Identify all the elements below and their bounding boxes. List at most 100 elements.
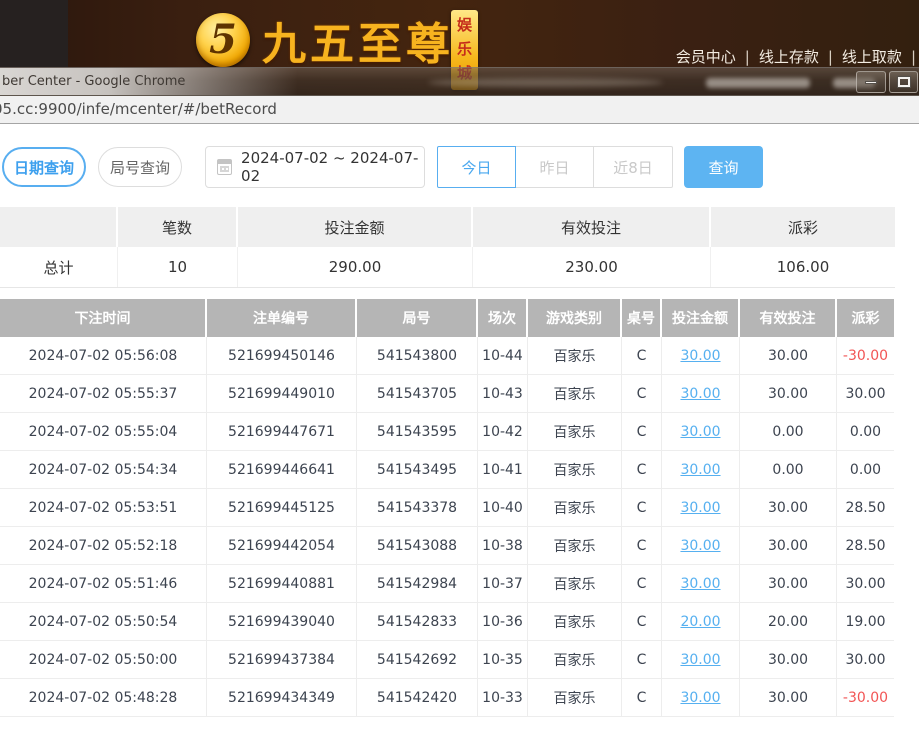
- header-session: 场次: [478, 299, 528, 337]
- summary-header-payout: 派彩: [711, 207, 895, 247]
- cell-payout: 19.00: [837, 603, 894, 640]
- url-text: 05.cc:9900/infe/mcenter/#/betRecord: [0, 96, 277, 122]
- cell-bet-amount: 30.00: [662, 527, 740, 564]
- header-payout: 派彩: [837, 299, 894, 337]
- cell-valid-bet: 30.00: [740, 527, 837, 564]
- date-range-input[interactable]: 2024-07-02 ~ 2024-07-02: [205, 146, 425, 188]
- cell-round-id: 541542692: [357, 641, 478, 678]
- cell-payout: 0.00: [837, 451, 894, 488]
- summary-count: 10: [118, 247, 238, 287]
- logo-icon: 5: [196, 13, 250, 67]
- cell-valid-bet: 0.00: [740, 451, 837, 488]
- cell-payout: 0.00: [837, 413, 894, 450]
- cell-table-code: C: [622, 337, 662, 374]
- blurred-account-info: [706, 78, 810, 88]
- search-button[interactable]: 查询: [684, 146, 763, 188]
- cell-session: 10-36: [478, 603, 528, 640]
- tab-round-query[interactable]: 局号查询: [98, 147, 182, 187]
- header-bet-amount: 投注金额: [662, 299, 740, 337]
- black-corner: [0, 0, 68, 67]
- site-logo: 5 九五至尊: [196, 8, 454, 72]
- cell-bet-time: 2024-07-02 05:50:54: [0, 603, 207, 640]
- quick-filter-last8days[interactable]: 近8日: [594, 146, 673, 188]
- cell-payout: -30.00: [837, 679, 894, 716]
- bet-amount-link[interactable]: 30.00: [680, 576, 720, 592]
- header-round-id: 局号: [357, 299, 478, 337]
- cell-bet-time: 2024-07-02 05:48:28: [0, 679, 207, 716]
- cell-bet-amount: 30.00: [662, 565, 740, 602]
- cell-bet-amount: 30.00: [662, 489, 740, 526]
- cell-payout: 28.50: [837, 527, 894, 564]
- decorative-swirl: [428, 78, 663, 87]
- date-range-value: 2024-07-02 ~ 2024-07-02: [241, 149, 424, 185]
- minimize-button[interactable]: [856, 71, 886, 93]
- header-game-type: 游戏类别: [528, 299, 622, 337]
- maximize-button[interactable]: [889, 71, 918, 93]
- cell-valid-bet: 30.00: [740, 489, 837, 526]
- cell-round-id: 541543800: [357, 337, 478, 374]
- cell-valid-bet: 0.00: [740, 413, 837, 450]
- cell-bet-time: 2024-07-02 05:54:34: [0, 451, 207, 488]
- table-row: 2024-07-02 05:55:04 521699447671 5415435…: [0, 413, 894, 451]
- cell-round-id: 541543378: [357, 489, 478, 526]
- cell-game-type: 百家乐: [528, 527, 622, 564]
- bet-amount-link[interactable]: 30.00: [680, 348, 720, 364]
- table-row: 2024-07-02 05:51:46 521699440881 5415429…: [0, 565, 894, 603]
- table-row: 2024-07-02 05:52:18 521699442054 5415430…: [0, 527, 894, 565]
- cell-bet-amount: 30.00: [662, 413, 740, 450]
- cell-round-id: 541542984: [357, 565, 478, 602]
- table-row: 2024-07-02 05:54:34 521699446641 5415434…: [0, 451, 894, 489]
- summary-payout: 106.00: [711, 247, 895, 287]
- bet-table-header-row: 下注时间 注单编号 局号 场次 游戏类别 桌号 投注金额 有效投注 派彩: [0, 299, 894, 337]
- screen: 5 九五至尊 会员中心|线上存款|线上取款| 娱乐城 ber Center - …: [0, 0, 919, 740]
- cell-session: 10-35: [478, 641, 528, 678]
- cell-bet-time: 2024-07-02 05:50:00: [0, 641, 207, 678]
- cell-payout: -30.00: [837, 337, 894, 374]
- cell-game-type: 百家乐: [528, 489, 622, 526]
- table-row: 2024-07-02 05:50:00 521699437384 5415426…: [0, 641, 894, 679]
- table-row: 2024-07-02 05:50:54 521699439040 5415428…: [0, 603, 894, 641]
- cell-game-type: 百家乐: [528, 565, 622, 602]
- summary-header-blank: [0, 207, 118, 247]
- summary-valid-bet: 230.00: [473, 247, 711, 287]
- cell-bet-amount: 30.00: [662, 337, 740, 374]
- nav-online-deposit[interactable]: 线上存款: [759, 48, 819, 66]
- bet-record-table: 下注时间 注单编号 局号 场次 游戏类别 桌号 投注金额 有效投注 派彩 202…: [0, 299, 894, 717]
- window-title: ber Center - Google Chrome: [2, 68, 185, 95]
- address-bar[interactable]: 05.cc:9900/infe/mcenter/#/betRecord: [0, 96, 919, 124]
- cell-order-id: 521699439040: [207, 603, 357, 640]
- bet-amount-link[interactable]: 30.00: [680, 500, 720, 516]
- cell-game-type: 百家乐: [528, 641, 622, 678]
- bet-amount-link[interactable]: 30.00: [680, 690, 720, 706]
- bet-amount-link[interactable]: 30.00: [680, 462, 720, 478]
- bet-amount-link[interactable]: 30.00: [680, 424, 720, 440]
- summary-table: 笔数 投注金额 有效投注 派彩 总计 10 290.00 230.00 106.…: [0, 207, 895, 288]
- summary-total-label: 总计: [0, 247, 118, 287]
- cell-payout: 30.00: [837, 565, 894, 602]
- nav-member-center[interactable]: 会员中心: [676, 48, 736, 66]
- cell-table-code: C: [622, 603, 662, 640]
- cell-payout: 30.00: [837, 641, 894, 678]
- top-nav: 会员中心|线上存款|线上取款|: [676, 46, 919, 67]
- calendar-icon: [217, 159, 232, 175]
- bet-table-body: 2024-07-02 05:56:08 521699450146 5415438…: [0, 337, 894, 717]
- bet-amount-link[interactable]: 30.00: [680, 538, 720, 554]
- bet-amount-link[interactable]: 20.00: [680, 614, 720, 630]
- cell-valid-bet: 30.00: [740, 679, 837, 716]
- quick-filter-yesterday[interactable]: 昨日: [516, 146, 594, 188]
- cell-table-code: C: [622, 641, 662, 678]
- header-order-id: 注单编号: [207, 299, 357, 337]
- cell-valid-bet: 30.00: [740, 375, 837, 412]
- bet-amount-link[interactable]: 30.00: [680, 386, 720, 402]
- cell-session: 10-43: [478, 375, 528, 412]
- quick-filter-today[interactable]: 今日: [437, 146, 516, 188]
- nav-separator: |: [828, 48, 833, 66]
- tab-date-query[interactable]: 日期查询: [2, 147, 86, 187]
- cell-order-id: 521699445125: [207, 489, 357, 526]
- minimize-icon: [865, 81, 877, 84]
- nav-online-withdraw[interactable]: 线上取款: [842, 48, 902, 66]
- cell-valid-bet: 30.00: [740, 641, 837, 678]
- bet-amount-link[interactable]: 30.00: [680, 652, 720, 668]
- cell-valid-bet: 20.00: [740, 603, 837, 640]
- header-valid-bet: 有效投注: [740, 299, 837, 337]
